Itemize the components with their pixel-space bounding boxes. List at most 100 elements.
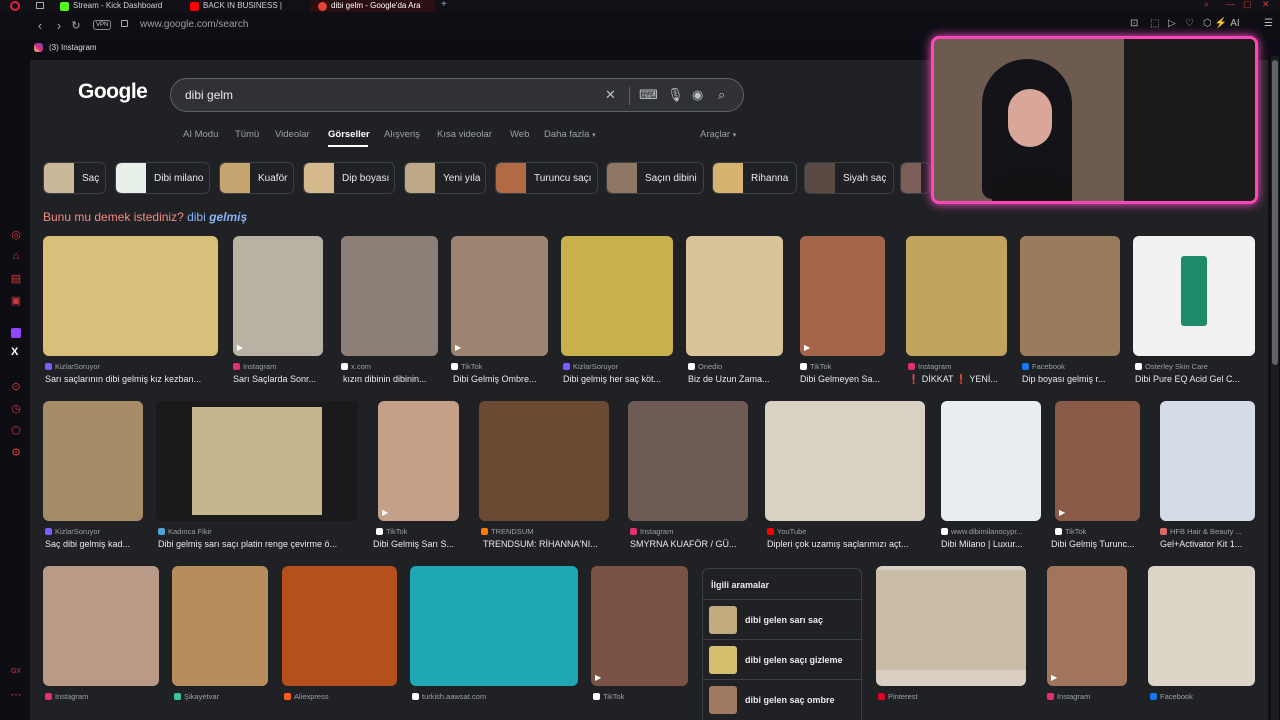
result-image[interactable] [628,401,748,521]
clear-icon[interactable]: ✕ [605,87,616,103]
result-image[interactable]: ▶ [378,401,459,521]
chip-kuafor[interactable]: Kuaför [219,162,294,194]
new-tab-icon[interactable]: + [441,0,447,10]
back-icon[interactable]: ‹ [33,18,47,33]
result-image[interactable] [1148,566,1255,686]
result-image[interactable]: ▶ [1055,401,1140,521]
minimize-icon[interactable]: — [1226,0,1235,9]
result-source[interactable]: Facebook [1160,692,1255,701]
result-title[interactable]: Sarı Saçlarda Sonr... [233,374,328,384]
result-source[interactable]: TikTok [461,362,547,371]
chip-turuncu-saci[interactable]: Turuncu saçı [495,162,598,194]
result-image[interactable] [941,401,1041,521]
result-image[interactable] [43,401,143,521]
result-source[interactable]: Instagram [640,527,748,536]
tab-images[interactable]: Görseller [328,129,370,140]
result-title[interactable]: Dibi gelmiş her saç köt... [563,374,673,384]
forward-icon[interactable]: › [52,18,66,33]
result-title[interactable]: Saç dibi gelmiş kad... [45,539,143,549]
search-icon[interactable]: ⌕ [718,87,725,103]
result-image[interactable] [43,236,218,356]
result-image[interactable]: ▶ [800,236,885,356]
result-source[interactable]: x.com [351,362,437,371]
related-item[interactable]: dibi gelen saçı gizleme [703,639,863,679]
chip-sacin-dibini[interactable]: Saçın dibini [606,162,704,194]
result-source[interactable]: KizlarSoruyor [573,362,673,371]
settings-icon[interactable]: ⚙ [9,446,23,459]
result-source[interactable]: TikTok [1065,527,1140,536]
result-image[interactable] [1133,236,1255,356]
result-source[interactable]: YouTube [777,527,925,536]
close-icon[interactable]: ✕ [1262,0,1270,10]
vpn-badge[interactable]: VPN [93,20,112,30]
result-title[interactable]: Dipleri çok uzamış saçlarımızı açt... [767,539,925,549]
result-source[interactable]: TikTok [810,362,884,371]
tab-more[interactable]: Daha fazla ▾ [544,129,596,140]
tab-youtube[interactable]: BACK IN BUSINESS | [190,0,305,12]
aria-sidebar-icon[interactable]: ◎ [9,228,23,241]
tools-button[interactable]: Araçlar ▾ [700,129,736,140]
result-title[interactable]: Dibi gelmiş sarı saçı platin renge çevir… [158,539,358,549]
screenshot-icon[interactable]: ⬚ [1150,18,1159,29]
result-image[interactable] [906,236,1007,356]
gx-icon[interactable]: GX [9,668,23,675]
result-source[interactable]: www.dibimilanocypr... [951,527,1041,536]
scrollbar-thumb[interactable] [1272,60,1278,365]
result-title[interactable]: Gel+Activator Kit 1... [1160,539,1255,549]
result-image[interactable] [156,401,358,521]
shopping-icon[interactable]: ⌂ [9,250,23,262]
tab-videos[interactable]: Videolar [275,129,310,140]
lens-icon[interactable]: ◉ [692,87,703,103]
search-input[interactable]: dibi gelm [185,88,233,102]
result-image[interactable] [479,401,609,521]
related-item[interactable]: dibi gelen saç ombre [703,679,863,719]
result-source[interactable]: TRENDSUM [491,527,609,536]
result-title[interactable]: Dibi Milano | Luxur... [941,539,1041,549]
result-source[interactable]: HFB Hair & Beauty ... [1170,527,1255,536]
result-image[interactable] [282,566,397,686]
result-title[interactable]: Dibi Gelmiş Ombre... [453,374,548,384]
result-source[interactable]: Facebook [1032,362,1120,371]
result-image[interactable] [172,566,268,686]
result-source[interactable]: Aliexpress [294,692,397,701]
menu-icon[interactable]: ☰ [1264,18,1273,29]
did-you-mean-link[interactable]: dibi gelmiş [187,210,247,224]
result-image[interactable] [561,236,673,356]
result-image[interactable] [765,401,925,521]
search-tabs-icon[interactable]: ⌕ [1204,0,1209,10]
result-source[interactable]: TikTok [603,692,687,701]
search-box[interactable]: dibi gelm ✕ ⌨ 🎙 ◉ ⌕ [170,78,744,112]
twitch-icon[interactable] [11,328,21,338]
related-item[interactable]: dibi gelen sarı saç [703,599,863,639]
result-source[interactable]: Kadınca Fikir [168,527,358,536]
chip-dibi-milano[interactable]: Dibi milano [115,162,210,194]
google-logo[interactable]: Google [78,80,148,104]
result-source[interactable]: turkish.aawsat.com [422,692,578,701]
tab-shopping[interactable]: Alışveriş [384,129,420,140]
result-title[interactable]: TRENDSUM: RİHANNA'NI... [483,539,609,549]
result-image[interactable] [876,566,1026,686]
result-image[interactable] [1160,401,1255,521]
tab-google[interactable]: dibi gelm - Google'da Ara [310,0,435,12]
ai-button[interactable]: ⬡ ⚡ AI [1203,18,1240,29]
result-image[interactable]: ▶ [1047,566,1127,686]
maximize-icon[interactable]: ▢ [1243,0,1252,10]
result-source[interactable]: Instagram [55,692,159,701]
result-title[interactable]: Dibi Pure EQ Acid Gel C... [1135,374,1255,384]
history-icon[interactable]: ◷ [9,402,23,415]
keyboard-icon[interactable]: ⌨ [639,87,658,103]
result-source[interactable]: Instagram [918,362,1006,371]
tab-all[interactable]: Tümü [235,129,259,140]
result-title[interactable]: ❗ DİKKAT ❗ YENİ... [908,374,1007,385]
player-sidebar-icon[interactable]: ⊙ [9,380,23,393]
mic-icon[interactable]: 🎙 [667,87,684,103]
chip-siyah-sac[interactable]: Siyah saç [804,162,894,194]
chip-more[interactable] [900,162,930,194]
tab-ai-mode[interactable]: AI Modu [183,129,218,140]
result-source[interactable]: Pinterest [888,692,1026,701]
result-title[interactable]: Sarı saçlarının dibi gelmiş kız kezban..… [45,374,218,384]
chip-yeni-yila[interactable]: Yeni yıla [404,162,486,194]
result-image[interactable]: ▶ [233,236,323,356]
more-icon[interactable]: ⋯ [9,688,23,701]
chip-sac[interactable]: Saç [43,162,106,194]
